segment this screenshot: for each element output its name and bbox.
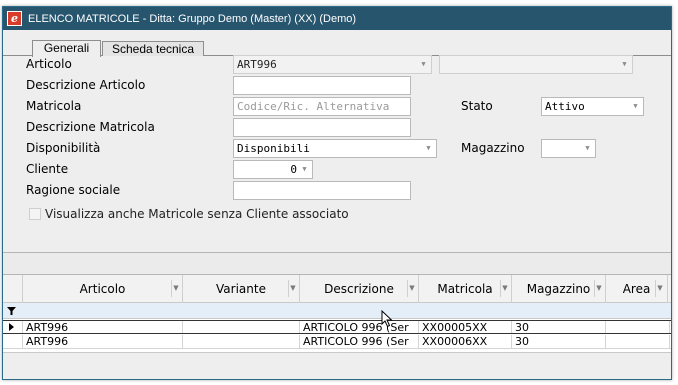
row-selector[interactable] — [3, 321, 23, 333]
articolo-field[interactable]: ART996 ▼ — [233, 55, 432, 74]
stato-select[interactable]: Attivo ▼ — [541, 97, 644, 116]
elenco-matricole-window: e ELENCO MATRICOLE - Ditta: Gruppo Demo … — [2, 6, 672, 380]
grid-corner — [3, 275, 23, 303]
stato-value: Attivo — [545, 100, 585, 113]
cell-variante[interactable] — [183, 321, 300, 333]
tab-strip: Generali Scheda tecnica — [3, 30, 671, 57]
stato-label: Stato — [461, 99, 493, 113]
cliente-value: 0 — [290, 163, 297, 176]
column-menu-icon[interactable]: ▼ — [655, 280, 664, 297]
descrizione-matricola-label: Descrizione Matricola — [26, 120, 155, 134]
filter-icon[interactable] — [7, 306, 17, 316]
tab-scheda-tecnica[interactable]: Scheda tecnica — [102, 41, 204, 56]
chevron-down-icon[interactable]: ▼ — [419, 56, 428, 73]
cell-variante[interactable] — [183, 335, 300, 348]
disponibilita-value: Disponibili — [237, 142, 310, 155]
chevron-down-icon[interactable]: ▼ — [583, 140, 592, 157]
chevron-down-icon[interactable]: ▼ — [300, 161, 309, 178]
senza-cliente-checkbox[interactable] — [29, 208, 41, 220]
cell-magazzino[interactable]: 30 — [512, 335, 606, 348]
senza-cliente-label: Visualizza anche Matricole senza Cliente… — [45, 207, 349, 221]
current-row-arrow-icon — [9, 323, 14, 331]
column-label: Descrizione — [324, 282, 394, 296]
filter-row[interactable] — [3, 303, 671, 319]
column-label: Area — [622, 282, 651, 296]
window-title: ELENCO MATRICOLE - Ditta: Gruppo Demo (M… — [28, 12, 357, 25]
descrizione-matricola-field[interactable] — [233, 118, 411, 137]
matricole-grid: Articolo ▼ Variante ▼ Descrizione ▼ Matr… — [3, 275, 671, 379]
matricola-field[interactable]: Codice/Ric. Alternativa — [233, 97, 411, 116]
column-label: Articolo — [79, 282, 126, 296]
articolo-secondary-field[interactable]: ▼ — [439, 55, 633, 74]
column-label: Magazzino — [526, 282, 591, 296]
grid-footer — [3, 352, 671, 379]
column-header-articolo[interactable]: Articolo — [23, 275, 183, 303]
panel-splitter[interactable] — [3, 252, 671, 275]
cell-magazzino[interactable]: 30 — [512, 321, 606, 333]
cliente-field[interactable]: 0 ▼ — [233, 160, 313, 179]
magazzino-select[interactable]: ▼ — [541, 139, 596, 158]
grid-header: Articolo ▼ Variante ▼ Descrizione ▼ Matr… — [3, 275, 671, 303]
disponibilita-select[interactable]: Disponibili ▼ — [233, 139, 437, 158]
cell-descrizione[interactable]: ARTICOLO 996 (Ser — [300, 321, 419, 333]
chevron-down-icon[interactable]: ▼ — [620, 56, 629, 73]
column-header-magazzino[interactable]: Magazzino — [512, 275, 606, 303]
tab-generali[interactable]: Generali — [32, 40, 101, 57]
cell-area[interactable] — [606, 321, 670, 333]
chevron-down-icon[interactable]: ▼ — [424, 140, 433, 157]
column-header-variante[interactable]: Variante — [183, 275, 300, 303]
chevron-down-icon[interactable]: ▼ — [631, 98, 640, 115]
magazzino-label: Magazzino — [461, 141, 525, 155]
articolo-label: Articolo — [26, 57, 72, 71]
column-menu-icon[interactable]: ▼ — [288, 280, 297, 297]
title-bar[interactable]: e ELENCO MATRICOLE - Ditta: Gruppo Demo … — [3, 7, 671, 30]
mouse-cursor-icon — [381, 310, 393, 328]
column-header-matricola[interactable]: Matricola — [419, 275, 512, 303]
column-label: Matricola — [437, 282, 493, 296]
cell-articolo[interactable]: ART996 — [23, 321, 183, 333]
column-header-descrizione[interactable]: Descrizione — [300, 275, 419, 303]
descrizione-articolo-label: Descrizione Articolo — [26, 78, 146, 92]
table-row[interactable]: ART996 ARTICOLO 996 (Ser XX00006XX 30 — [3, 335, 671, 349]
cell-matricola[interactable]: XX00006XX — [419, 335, 512, 348]
cell-descrizione[interactable]: ARTICOLO 996 (Ser — [300, 335, 419, 348]
column-menu-icon[interactable]: ▼ — [500, 280, 509, 297]
ragione-sociale-field[interactable] — [233, 181, 411, 200]
row-selector[interactable] — [3, 335, 23, 348]
disponibilita-label: Disponibilità — [26, 141, 101, 155]
cell-articolo[interactable]: ART996 — [23, 335, 183, 348]
column-menu-icon[interactable]: ▼ — [594, 280, 603, 297]
articolo-value: ART996 — [237, 58, 277, 71]
app-logo-icon: e — [7, 11, 22, 26]
cell-matricola[interactable]: XX00005XX — [419, 321, 512, 333]
ragione-sociale-label: Ragione sociale — [26, 183, 121, 197]
cell-area[interactable] — [606, 335, 670, 348]
cliente-label: Cliente — [26, 162, 69, 176]
column-menu-icon[interactable]: ▼ — [407, 280, 416, 297]
senza-cliente-option[interactable]: Visualizza anche Matricole senza Cliente… — [29, 207, 349, 221]
matricola-label: Matricola — [26, 99, 82, 113]
column-menu-icon[interactable]: ▼ — [171, 280, 180, 297]
column-label: Variante — [216, 282, 266, 296]
table-row[interactable]: ART996 ARTICOLO 996 (Ser XX00005XX 30 — [3, 320, 671, 334]
descrizione-articolo-field[interactable] — [233, 76, 411, 95]
